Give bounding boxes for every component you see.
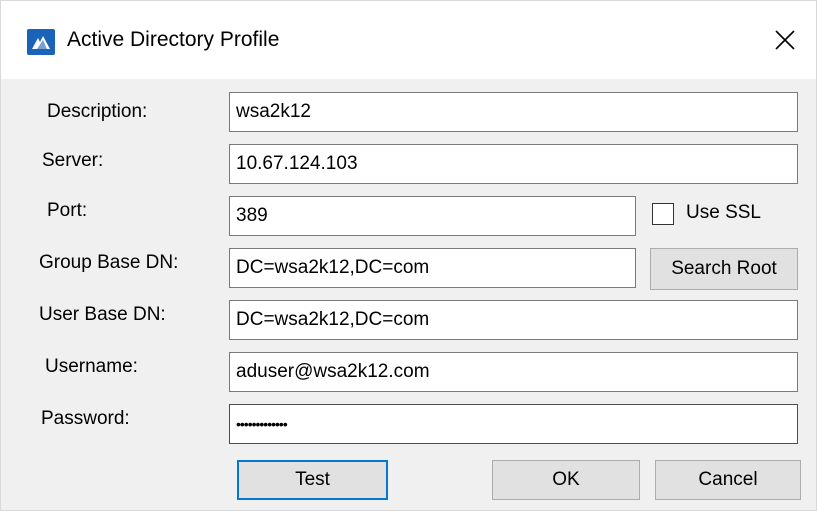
group-base-dn-label: Group Base DN: bbox=[39, 252, 179, 273]
test-button[interactable]: Test bbox=[237, 460, 388, 500]
use-ssl-label: Use SSL bbox=[686, 202, 761, 223]
port-label: Port: bbox=[47, 200, 88, 221]
active-directory-profile-dialog: Active Directory Profile Description: Se… bbox=[0, 0, 817, 511]
username-field[interactable] bbox=[229, 352, 798, 392]
user-base-dn-field[interactable] bbox=[229, 300, 798, 340]
use-ssl-checkbox[interactable] bbox=[652, 203, 674, 225]
close-icon bbox=[775, 30, 795, 50]
group-base-dn-field[interactable] bbox=[229, 248, 636, 288]
ok-button[interactable]: OK bbox=[492, 460, 640, 500]
server-field[interactable] bbox=[229, 144, 798, 184]
password-field[interactable] bbox=[229, 404, 798, 444]
close-button[interactable] bbox=[754, 15, 816, 65]
username-label: Username: bbox=[45, 356, 138, 377]
window-title: Active Directory Profile bbox=[67, 28, 280, 51]
server-label: Server: bbox=[42, 150, 104, 171]
search-root-button[interactable]: Search Root bbox=[650, 248, 798, 290]
user-base-dn-label: User Base DN: bbox=[39, 304, 166, 325]
password-label: Password: bbox=[41, 408, 130, 429]
app-logo-icon bbox=[27, 29, 55, 55]
cancel-button[interactable]: Cancel bbox=[655, 460, 801, 500]
description-label: Description: bbox=[47, 101, 148, 122]
port-field[interactable] bbox=[229, 196, 636, 236]
title-bar: Active Directory Profile bbox=[1, 1, 816, 79]
description-field[interactable] bbox=[229, 92, 798, 132]
